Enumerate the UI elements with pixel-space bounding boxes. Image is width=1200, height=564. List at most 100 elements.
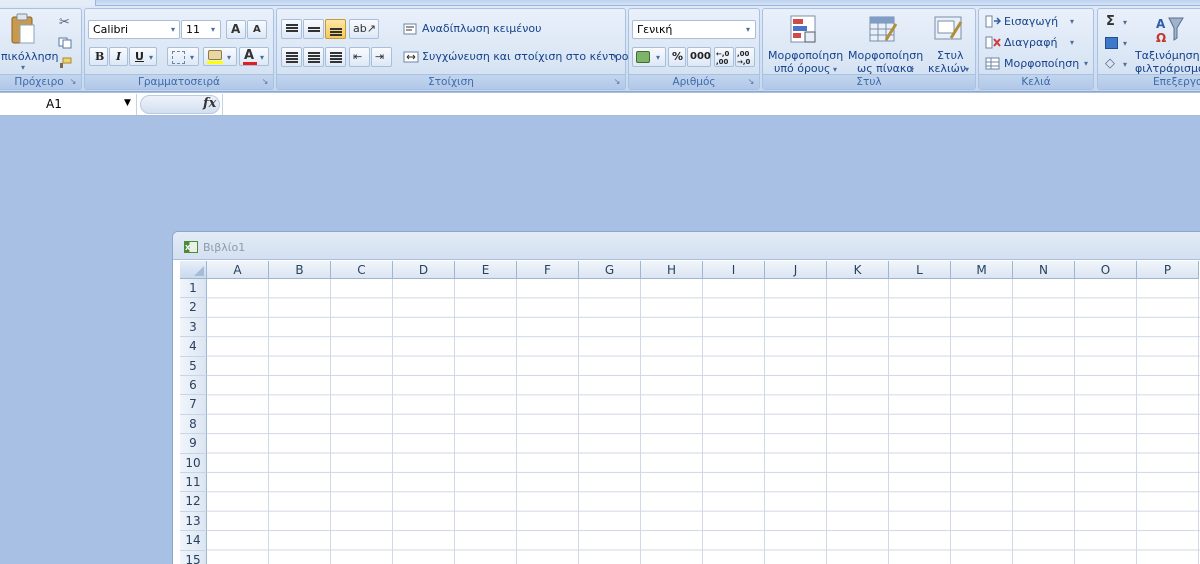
row-header-12[interactable]: 12 xyxy=(180,492,207,512)
format-as-table-icon[interactable] xyxy=(868,14,900,46)
font-dialog-launcher-icon[interactable]: ↘ xyxy=(260,77,270,87)
fill-color-dropdown-arrow[interactable]: ▾ xyxy=(227,53,231,62)
copy-icon[interactable] xyxy=(58,37,72,49)
sort-filter-label-1[interactable]: Ταξινόμηση & xyxy=(1135,49,1200,62)
font-size-dropdown-arrow[interactable]: ▾ xyxy=(211,25,215,34)
paste-icon[interactable] xyxy=(9,13,37,49)
increase-decimal-button[interactable]: ←,0 ,00 xyxy=(714,47,734,67)
column-header-j[interactable]: J xyxy=(765,261,827,279)
font-size-select[interactable]: 11 ▾ xyxy=(181,20,221,39)
column-header-l[interactable]: L xyxy=(889,261,951,279)
insert-cells-dropdown-arrow[interactable]: ▾ xyxy=(1070,17,1074,26)
cell-styles-icon[interactable] xyxy=(933,14,965,46)
align-middle-button[interactable] xyxy=(303,19,324,39)
format-as-table-label-1[interactable]: Μορφοποίηση xyxy=(848,49,923,62)
clear-icon[interactable]: ◇ xyxy=(1105,56,1115,71)
font-color-dropdown-arrow[interactable]: ▾ xyxy=(260,53,264,62)
insert-cells-button[interactable]: Εισαγωγή xyxy=(1004,15,1058,28)
column-header-c[interactable]: C xyxy=(331,261,393,279)
format-cells-button[interactable]: Μορφοποίηση xyxy=(1004,57,1079,70)
row-header-7[interactable]: 7 xyxy=(180,395,207,415)
formula-input[interactable] xyxy=(222,94,1200,115)
conditional-formatting-label-1[interactable]: Μορφοποίηση xyxy=(768,49,843,62)
row-header-14[interactable]: 14 xyxy=(180,531,207,551)
format-cells-icon[interactable] xyxy=(985,57,1001,70)
format-cells-dropdown-arrow[interactable]: ▾ xyxy=(1084,59,1088,68)
accounting-dropdown-arrow[interactable]: ▾ xyxy=(656,53,660,62)
paste-dropdown-arrow[interactable]: ▾ xyxy=(21,63,25,72)
paste-button-label[interactable]: πικόλληση xyxy=(1,50,59,63)
autosum-dropdown-arrow[interactable]: ▾ xyxy=(1123,18,1127,27)
select-all-button[interactable] xyxy=(180,261,207,279)
align-left-button[interactable] xyxy=(281,47,302,67)
delete-cells-icon[interactable] xyxy=(985,36,1001,49)
name-box-dropdown-icon[interactable]: ▼ xyxy=(124,98,131,108)
column-header-g[interactable]: G xyxy=(579,261,641,279)
cut-icon[interactable]: ✂ xyxy=(59,15,70,30)
number-dialog-launcher-icon[interactable]: ↘ xyxy=(746,77,756,87)
row-header-10[interactable]: 10 xyxy=(180,453,207,473)
row-header-2[interactable]: 2 xyxy=(180,298,207,318)
insert-function-button[interactable]: fx xyxy=(203,96,216,111)
percent-style-button[interactable]: % xyxy=(668,47,686,67)
font-color-button[interactable]: A ▾ xyxy=(239,47,269,66)
sort-filter-icon[interactable]: AΩ xyxy=(1153,14,1185,45)
fill-color-button[interactable]: ▾ xyxy=(203,47,237,66)
clear-dropdown-arrow[interactable]: ▾ xyxy=(1123,60,1127,69)
comma-style-button[interactable]: 000 xyxy=(687,47,711,67)
decrease-decimal-button[interactable]: ,00 →,0 xyxy=(735,47,755,67)
clipboard-dialog-launcher-icon[interactable]: ↘ xyxy=(68,77,78,87)
merge-center-dropdown-arrow[interactable]: ▾ xyxy=(613,52,617,61)
number-format-select[interactable]: Γενική ▾ xyxy=(632,20,756,39)
delete-cells-dropdown-arrow[interactable]: ▾ xyxy=(1070,38,1074,47)
conditional-formatting-dropdown-arrow[interactable]: ▾ xyxy=(833,65,837,74)
column-header-p[interactable]: P xyxy=(1137,261,1199,279)
italic-button[interactable]: I xyxy=(109,47,128,66)
row-header-4[interactable]: 4 xyxy=(180,337,207,357)
column-header-i[interactable]: I xyxy=(703,261,765,279)
decrease-indent-button[interactable]: ⇤ xyxy=(349,47,370,67)
column-header-n[interactable]: N xyxy=(1013,261,1075,279)
format-as-table-dropdown-arrow[interactable]: ▾ xyxy=(910,65,914,74)
borders-button[interactable]: ▾ xyxy=(167,47,199,66)
column-header-e[interactable]: E xyxy=(455,261,517,279)
column-header-o[interactable]: O xyxy=(1075,261,1137,279)
wrap-text-icon[interactable] xyxy=(403,22,419,36)
column-header-d[interactable]: D xyxy=(393,261,455,279)
merge-center-icon[interactable] xyxy=(403,50,419,64)
number-format-dropdown-arrow[interactable]: ▾ xyxy=(746,25,750,34)
cell-styles-label-1[interactable]: Στυλ xyxy=(937,49,963,62)
row-header-15[interactable]: 15 xyxy=(180,550,207,564)
bold-button[interactable]: B xyxy=(89,47,108,66)
row-header-11[interactable]: 11 xyxy=(180,473,207,493)
format-painter-icon[interactable] xyxy=(58,57,72,69)
cell-styles-dropdown-arrow[interactable]: ▾ xyxy=(965,65,969,74)
wrap-text-button[interactable]: Αναδίπλωση κειμένου xyxy=(422,22,542,35)
autosum-button[interactable]: Σ xyxy=(1106,14,1115,29)
align-right-button[interactable] xyxy=(325,47,346,67)
align-center-button[interactable] xyxy=(303,47,324,67)
row-header-5[interactable]: 5 xyxy=(180,356,207,376)
row-header-6[interactable]: 6 xyxy=(180,376,207,396)
increase-indent-button[interactable]: ⇥ xyxy=(371,47,392,67)
grow-font-button[interactable]: A xyxy=(226,20,246,39)
insert-cells-icon[interactable] xyxy=(985,15,1002,28)
fill-dropdown-arrow[interactable]: ▾ xyxy=(1123,39,1127,48)
column-header-f[interactable]: F xyxy=(517,261,579,279)
underline-dropdown-arrow[interactable]: ▾ xyxy=(149,53,153,62)
column-header-m[interactable]: M xyxy=(951,261,1013,279)
row-header-9[interactable]: 9 xyxy=(180,434,207,454)
shrink-font-button[interactable]: A xyxy=(247,20,267,39)
workbook-title-bar[interactable]: X Βιβλίο1 xyxy=(173,232,1200,260)
font-name-dropdown-arrow[interactable]: ▾ xyxy=(171,25,175,34)
align-bottom-button[interactable] xyxy=(325,19,346,39)
fill-icon[interactable] xyxy=(1105,37,1118,49)
name-box[interactable]: A1 ▼ xyxy=(0,94,137,115)
alignment-dialog-launcher-icon[interactable]: ↘ xyxy=(612,77,622,87)
column-header-a[interactable]: A xyxy=(207,261,269,279)
row-header-1[interactable]: 1 xyxy=(180,279,207,299)
orientation-button[interactable]: ab↗ xyxy=(349,19,379,39)
column-header-h[interactable]: H xyxy=(641,261,703,279)
accounting-format-button[interactable]: ▾ xyxy=(632,47,666,67)
delete-cells-button[interactable]: Διαγραφή xyxy=(1004,36,1057,49)
